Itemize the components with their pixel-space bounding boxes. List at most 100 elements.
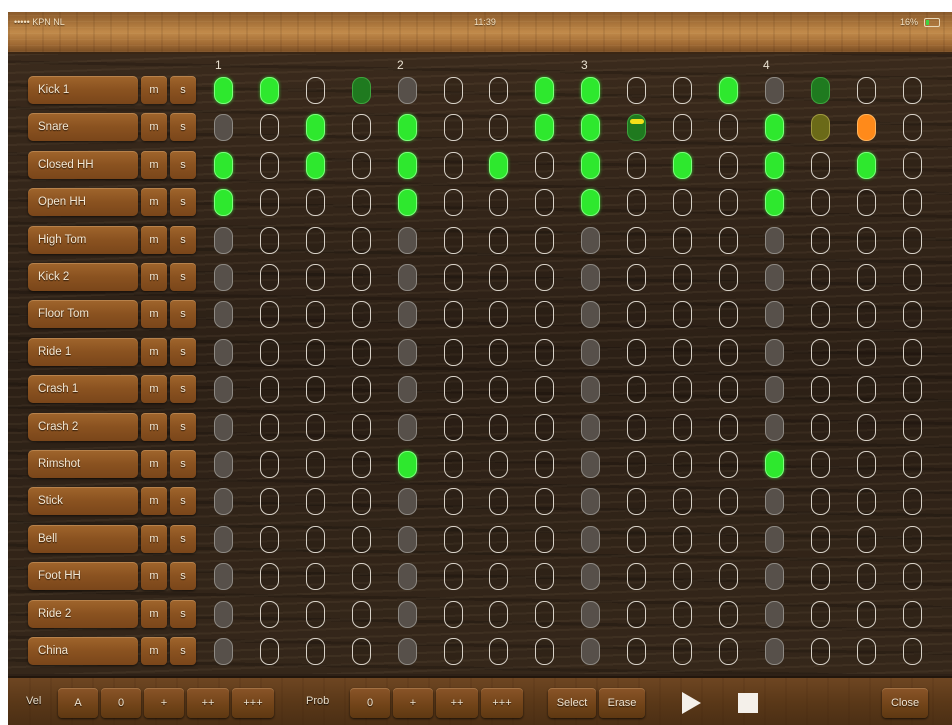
step-cell[interactable] xyxy=(581,151,600,179)
step-cell[interactable] xyxy=(857,151,876,179)
step-cell[interactable] xyxy=(857,114,876,142)
step-cell[interactable] xyxy=(444,638,463,665)
step-cell[interactable] xyxy=(535,451,554,478)
erase-button[interactable]: Erase xyxy=(599,688,645,718)
step-cell[interactable] xyxy=(673,376,692,404)
step-cell[interactable] xyxy=(581,451,600,478)
mute-button[interactable]: m xyxy=(141,300,167,329)
solo-button[interactable]: s xyxy=(170,637,196,665)
step-cell[interactable] xyxy=(673,301,692,329)
step-cell[interactable] xyxy=(444,563,463,591)
step-cell[interactable] xyxy=(673,189,692,217)
step-cell[interactable] xyxy=(489,600,508,628)
step-cell[interactable] xyxy=(352,338,371,366)
mute-button[interactable]: m xyxy=(141,76,167,104)
step-cell[interactable] xyxy=(903,600,922,628)
step-cell[interactable] xyxy=(811,301,830,329)
mute-button[interactable]: m xyxy=(141,150,167,179)
step-cell[interactable] xyxy=(306,264,325,291)
step-cell[interactable] xyxy=(214,525,233,553)
track-name-button[interactable]: High Tom xyxy=(28,225,138,254)
track-name-button[interactable]: Snare xyxy=(28,113,138,142)
step-cell[interactable] xyxy=(903,338,922,366)
step-cell[interactable] xyxy=(306,451,325,478)
step-cell[interactable] xyxy=(214,451,233,478)
play-icon[interactable] xyxy=(682,692,701,714)
step-cell[interactable] xyxy=(398,151,417,179)
step-cell[interactable] xyxy=(719,451,738,478)
track-name-button[interactable]: Closed HH xyxy=(28,150,138,179)
step-cell[interactable] xyxy=(765,525,784,553)
step-cell[interactable] xyxy=(627,413,646,441)
step-cell[interactable] xyxy=(627,189,646,217)
step-cell[interactable] xyxy=(535,114,554,142)
step-cell[interactable] xyxy=(765,413,784,441)
step-cell[interactable] xyxy=(489,488,508,516)
step-cell[interactable] xyxy=(398,413,417,441)
step-cell[interactable] xyxy=(352,189,371,217)
step-cell[interactable] xyxy=(535,376,554,404)
mute-button[interactable]: m xyxy=(141,637,167,665)
step-cell[interactable] xyxy=(260,563,279,591)
step-cell[interactable] xyxy=(581,338,600,366)
step-cell[interactable] xyxy=(260,301,279,329)
step-cell[interactable] xyxy=(535,189,554,217)
step-cell[interactable] xyxy=(444,264,463,291)
step-cell[interactable] xyxy=(627,451,646,478)
solo-button[interactable]: s xyxy=(170,337,196,366)
solo-button[interactable]: s xyxy=(170,375,196,404)
step-cell[interactable] xyxy=(214,563,233,591)
step-cell[interactable] xyxy=(673,563,692,591)
step-cell[interactable] xyxy=(627,638,646,665)
step-cell[interactable] xyxy=(857,301,876,329)
step-cell[interactable] xyxy=(719,114,738,142)
step-cell[interactable] xyxy=(627,488,646,516)
velocity-0-button[interactable]: 0 xyxy=(101,688,141,718)
step-cell[interactable] xyxy=(398,563,417,591)
step-cell[interactable] xyxy=(260,451,279,478)
solo-button[interactable]: s xyxy=(170,487,196,516)
step-cell[interactable] xyxy=(811,488,830,516)
step-cell[interactable] xyxy=(535,488,554,516)
step-cell[interactable] xyxy=(306,376,325,404)
step-cell[interactable] xyxy=(444,600,463,628)
step-cell[interactable] xyxy=(765,338,784,366)
solo-button[interactable]: s xyxy=(170,150,196,179)
step-cell[interactable] xyxy=(444,189,463,217)
mute-button[interactable]: m xyxy=(141,337,167,366)
step-cell[interactable] xyxy=(673,638,692,665)
solo-button[interactable]: s xyxy=(170,524,196,553)
step-cell[interactable] xyxy=(673,264,692,291)
step-cell[interactable] xyxy=(857,563,876,591)
step-cell[interactable] xyxy=(535,413,554,441)
step-cell[interactable] xyxy=(673,451,692,478)
step-cell[interactable] xyxy=(581,488,600,516)
step-cell[interactable] xyxy=(903,563,922,591)
step-cell[interactable] xyxy=(352,77,371,104)
step-cell[interactable] xyxy=(811,413,830,441)
step-cell[interactable] xyxy=(719,77,738,104)
step-cell[interactable] xyxy=(811,600,830,628)
mute-button[interactable]: m xyxy=(141,450,167,478)
step-cell[interactable] xyxy=(214,189,233,217)
step-cell[interactable] xyxy=(811,376,830,404)
step-cell[interactable] xyxy=(719,151,738,179)
step-cell[interactable] xyxy=(673,226,692,254)
step-cell[interactable] xyxy=(581,525,600,553)
solo-button[interactable]: s xyxy=(170,562,196,591)
step-cell[interactable] xyxy=(306,638,325,665)
step-cell[interactable] xyxy=(444,413,463,441)
step-cell[interactable] xyxy=(857,451,876,478)
step-cell[interactable] xyxy=(811,77,830,104)
step-cell[interactable] xyxy=(903,413,922,441)
step-cell[interactable] xyxy=(673,488,692,516)
step-cell[interactable] xyxy=(719,189,738,217)
step-cell[interactable] xyxy=(398,301,417,329)
track-name-button[interactable]: Bell xyxy=(28,524,138,553)
step-cell[interactable] xyxy=(627,77,646,104)
velocity-plus3-button[interactable]: +++ xyxy=(232,688,274,718)
step-cell[interactable] xyxy=(489,226,508,254)
step-cell[interactable] xyxy=(535,264,554,291)
step-cell[interactable] xyxy=(627,151,646,179)
track-name-button[interactable]: Open HH xyxy=(28,188,138,217)
